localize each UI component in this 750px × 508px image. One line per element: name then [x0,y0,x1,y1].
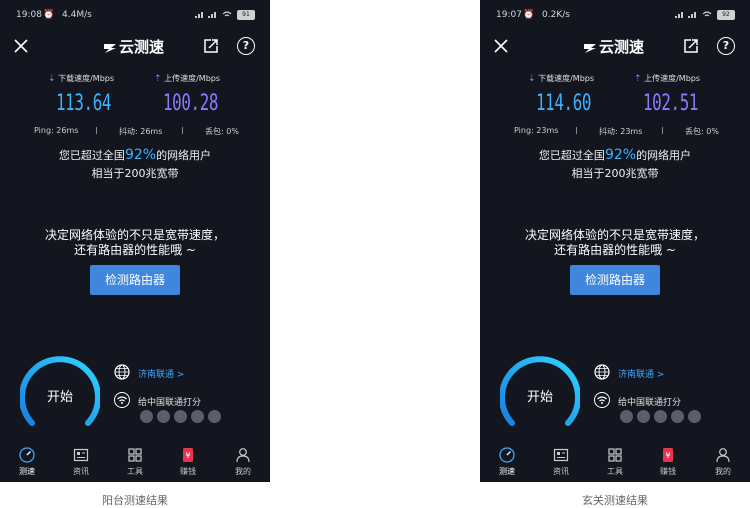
logo-icon [584,44,596,53]
money-icon: ¥ [663,448,673,462]
jitter-value: 抖动: 26ms [119,127,163,136]
share-icon[interactable] [682,37,700,55]
loss-value: 丢包: 0% [205,127,239,136]
bottom-tab-bar: 测速 资讯 工具 ¥ 赚钱 我的 [480,443,750,482]
status-time: 19:07 [496,10,522,20]
speedometer-icon [499,447,515,463]
alarm-icon: ⏰ [523,10,535,20]
start-button[interactable]: 开始 [500,386,580,405]
isp-name[interactable]: 济南联通 > [618,367,664,380]
signal-icon [195,12,203,18]
ping-value: Ping: 26ms [34,126,79,135]
bottom-tab-bar: 测速 资讯 工具 ¥ 赚钱 我的 [0,443,270,482]
tools-icon [128,448,142,462]
money-icon: ¥ [183,448,193,462]
router-promo: 决定网络体验的不只是宽带速度， 还有路由器的性能哦 ~ [44,228,225,257]
wifi-icon [114,392,130,408]
rating-face-icon[interactable] [654,410,667,423]
beat-percentage: 您已超过全国92%的网络用户 [58,147,212,163]
rating-face-icon[interactable] [174,410,187,423]
speedtest-screen-entrance: 19:07 ⏰ 0.2K/s 92 云测速 ? ⇣ 下载速度/Mbps ⇡ 上传… [480,0,750,482]
alarm-icon: ⏰ [43,10,55,20]
globe-icon [114,364,130,380]
profile-icon [716,448,730,463]
speedometer-icon [19,447,35,463]
rating-face-icon[interactable] [208,410,221,423]
router-promo: 决定网络体验的不只是宽带速度， 还有路由器的性能哦 ~ [524,228,705,257]
jitter-value: 抖动: 23ms [599,127,643,136]
svg-text:¥: ¥ [665,451,670,460]
rating-face-icon[interactable] [191,410,204,423]
upload-value: 102.51 [643,91,699,116]
download-label: ⇣ 下载速度/Mbps [528,74,595,84]
help-icon[interactable]: ? [237,37,255,55]
rate-isp-label: 给中国联通打分 [618,398,682,408]
detect-router-button[interactable]: 检测路由器 [570,265,660,295]
top-bar: 云测速 ? [480,33,750,63]
news-icon [553,448,569,462]
divider [576,127,577,134]
metrics-row: Ping: 26ms 抖动: 26ms 丢包: 0% [0,126,270,138]
wifi-status-icon [222,11,232,17]
battery-icon: 91 [237,10,255,20]
metrics-row: Ping: 23ms 抖动: 23ms 丢包: 0% [480,126,750,138]
logo-icon [104,44,116,53]
globe-icon [594,364,610,380]
beat-percentage: 您已超过全国92%的网络用户 [538,147,692,163]
tools-icon [608,448,622,462]
close-icon[interactable] [12,37,30,55]
divider [96,127,97,134]
top-bar: 云测速 ? [0,33,270,63]
loss-value: 丢包: 0% [685,127,719,136]
download-icon: ⇣ [48,74,56,84]
status-net-speed: 0.2K/s [542,10,570,20]
upload-label: ⇡ 上传速度/Mbps [634,74,701,84]
upload-value: 100.28 [163,91,219,116]
upload-label: ⇡ 上传速度/Mbps [154,74,221,84]
ping-value: Ping: 23ms [514,126,559,135]
help-icon[interactable]: ? [717,37,735,55]
rating-face-icon[interactable] [620,410,633,423]
download-label: ⇣ 下载速度/Mbps [48,74,115,84]
upload-icon: ⇡ [154,74,162,84]
app-title: 云测速 [119,38,165,56]
bandwidth-equivalent: 相当于200兆宽带 [571,167,659,180]
rating-face-icon[interactable] [140,410,153,423]
close-icon[interactable] [492,37,510,55]
app-title: 云测速 [599,38,645,56]
upload-icon: ⇡ [634,74,642,84]
divider [182,127,183,134]
rating-face-icon[interactable] [688,410,701,423]
download-value: 114.60 [536,91,592,116]
news-icon [73,448,89,462]
signal-icon [675,12,683,18]
battery-icon: 92 [717,10,735,20]
status-bar: 19:07 ⏰ 0.2K/s 92 [480,0,750,30]
rating-face-icon[interactable] [157,410,170,423]
status-net-speed: 4.4M/s [62,10,92,20]
speedtest-screen-balcony: 19:08 ⏰ 4.4M/s 91 云测速 ? ⇣ 下载速度/Mbps ⇡ 上传… [0,0,270,482]
detect-router-button[interactable]: 检测路由器 [90,265,180,295]
rate-isp-label: 给中国联通打分 [138,398,202,408]
share-icon[interactable] [202,37,220,55]
divider [662,127,663,134]
profile-icon [236,448,250,463]
download-icon: ⇣ [528,74,536,84]
rating-face-icon[interactable] [671,410,684,423]
signal-icon [688,12,696,18]
isp-name[interactable]: 济南联通 > [138,367,184,380]
svg-text:¥: ¥ [185,451,190,460]
wifi-status-icon [702,11,712,17]
rating-face-icon[interactable] [637,410,650,423]
status-bar: 19:08 ⏰ 4.4M/s 91 [0,0,270,30]
status-time: 19:08 [16,10,42,20]
download-value: 113.64 [56,91,112,116]
bandwidth-equivalent: 相当于200兆宽带 [91,167,179,180]
wifi-icon [594,392,610,408]
start-button[interactable]: 开始 [20,386,100,405]
signal-icon [208,12,216,18]
